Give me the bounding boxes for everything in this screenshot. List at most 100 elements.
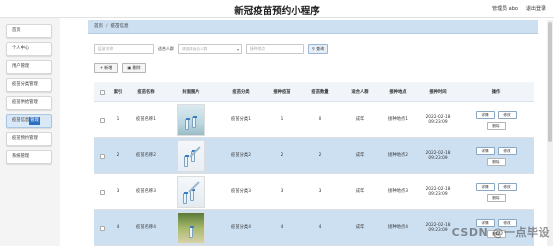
place-search-input[interactable]: 接种地点: [246, 44, 304, 54]
sidebar-item-label: 疫苗信息: [12, 118, 30, 123]
top-bar: 新冠疫苗预约小程序 管理员 abo 退出登录: [0, 0, 554, 18]
select-all-checkbox[interactable]: [99, 89, 105, 95]
row-checkbox[interactable]: [99, 189, 105, 195]
row-ops: 详情 修改 删除: [458, 102, 534, 138]
row-qty: 4: [318, 225, 322, 231]
vaccine-cover-image: [177, 104, 205, 136]
row-cover-cell: [166, 138, 216, 174]
sidebar-item-label: 疫苗供给管理: [12, 100, 38, 105]
row-cover-cell: [166, 102, 216, 138]
row-dose: 4: [280, 225, 284, 231]
row-op-group: 详情 修改 删除: [475, 146, 517, 166]
sidebar-item-label: 用户管理: [12, 64, 30, 69]
header-place: 接种地点: [389, 89, 407, 95]
delete-button[interactable]: 删除: [486, 157, 506, 166]
sidebar-item-home[interactable]: 首页: [6, 24, 52, 38]
sidebar-item-vaccine-supply[interactable]: 疫苗供给管理: [6, 96, 52, 110]
sidebar-item-vaccine-category[interactable]: 疫苗分类管理: [6, 78, 52, 92]
table-row: 2 疫苗名称2 疫苗分类2 2 2 成年 接种地点2 2022-02-18 09…: [94, 138, 534, 174]
row-ops: 详情 修改 删除: [458, 174, 534, 210]
sidebar-item-vaccine-booking[interactable]: 疫苗预约管理: [6, 132, 52, 146]
sidebar-item-profile[interactable]: 个人中心: [6, 42, 52, 56]
main-content: 首页 / 疫苗信息 疫苗名称 适合人群 请选择适合人群 ▾ 接种地点 ⚲ 查询 + 新…: [88, 20, 538, 246]
row-place: 接种地点1: [388, 117, 408, 123]
header-ops: 操作: [491, 89, 501, 95]
row-category: 疫苗分类4: [231, 225, 251, 231]
row-index: 2: [116, 153, 120, 159]
header-time: 接种时间: [429, 89, 447, 95]
sidebar-item-users[interactable]: 用户管理: [6, 60, 52, 74]
sidebar-item-vaccine-info[interactable]: 疫苗信息管理: [6, 114, 52, 128]
row-index: 1: [116, 117, 120, 123]
row-place: 接种地点2: [388, 153, 408, 159]
name-search-input[interactable]: 疫苗名称: [94, 44, 154, 54]
row-checkbox[interactable]: [99, 153, 105, 159]
row-op-line: 详情 修改: [475, 110, 517, 119]
scrollbar-thumb[interactable]: [548, 22, 552, 142]
row-category: 疫苗分类3: [231, 189, 251, 195]
sidebar-item-label: 系统管理: [12, 154, 30, 159]
header-cover: 封面图片: [182, 89, 200, 95]
row-index: 3: [116, 189, 120, 195]
search-button[interactable]: ⚲ 查询: [308, 44, 328, 54]
edit-button[interactable]: 修改: [497, 146, 517, 155]
header-dose: 接种疫苗: [273, 89, 291, 95]
row-dose: 3: [280, 189, 284, 195]
table-row: 3 疫苗名称3 疫苗分类3 3 3 成年 接种地点3 2022-02-18 09…: [94, 174, 534, 210]
edit-button[interactable]: 修改: [497, 110, 517, 119]
row-qty: 3: [318, 189, 322, 195]
detail-button[interactable]: 详情: [475, 110, 495, 119]
breadcrumb-current: 疫苗信息: [110, 24, 129, 29]
edit-button[interactable]: 修改: [497, 182, 517, 191]
sidebar-item-label: 疫苗分类管理: [12, 82, 38, 87]
row-index: 4: [116, 225, 120, 231]
table-header: 索引 疫苗名称 封面图片 疫苗分类 接种疫苗 疫苗数量 适合人群 接种地点 接种…: [94, 82, 534, 102]
header-checkbox-cell: [94, 82, 110, 102]
row-category: 疫苗分类2: [231, 153, 251, 159]
top-right-area: 管理员 abo 退出登录: [492, 5, 546, 12]
delete-button[interactable]: 删除: [486, 121, 506, 130]
row-checkbox[interactable]: [99, 117, 105, 123]
row-checkbox-cell: [94, 102, 110, 138]
breadcrumb: 首页 / 疫苗信息: [88, 20, 538, 34]
row-dose: 2: [280, 153, 284, 159]
row-qty: 0: [318, 117, 322, 123]
row-name: 疫苗名称4: [136, 225, 156, 231]
breadcrumb-separator: /: [106, 24, 108, 29]
search-icon: ⚲: [311, 46, 315, 51]
admin-label: 管理员 abo: [492, 6, 518, 12]
row-checkbox-cell: [94, 138, 110, 174]
row-op-line: 详情 修改: [475, 146, 517, 155]
row-time: 2022-02-18 09:23:09: [425, 186, 451, 198]
vertical-scrollbar[interactable]: [547, 20, 553, 246]
vial-icon: [183, 192, 188, 204]
batch-delete-button[interactable]: ▣ 删除: [122, 63, 146, 73]
row-place: 接种地点3: [388, 189, 408, 195]
vial-icon: [185, 118, 190, 130]
detail-button[interactable]: 详情: [475, 146, 495, 155]
row-ops: 详情 修改 删除: [458, 138, 534, 174]
row-qty: 2: [318, 153, 322, 159]
vial-icon: [189, 226, 194, 238]
crowd-select-placeholder: 请选择适合人群: [182, 47, 208, 51]
vaccine-cover-image: [177, 212, 205, 244]
sidebar-item-label: 个人中心: [12, 46, 30, 51]
delete-button[interactable]: 删除: [486, 193, 506, 202]
logout-link[interactable]: 退出登录: [526, 5, 546, 12]
row-cover-cell: [166, 174, 216, 210]
name-search-placeholder: 疫苗名称: [98, 46, 114, 51]
trash-icon: ▣: [127, 65, 132, 70]
watermark: CSDN @一点毕设: [451, 226, 550, 239]
app-title: 新冠疫苗预约小程序: [234, 6, 320, 17]
row-name: 疫苗名称1: [136, 117, 156, 123]
breadcrumb-home[interactable]: 首页: [94, 24, 103, 29]
row-category: 疫苗分类1: [231, 117, 251, 123]
row-checkbox[interactable]: [99, 225, 105, 231]
crowd-select[interactable]: 请选择适合人群 ▾: [178, 44, 242, 54]
row-crowd: 成年: [355, 117, 365, 123]
crowd-label: 适合人群: [158, 46, 174, 51]
table-row: 1 疫苗名称1 疫苗分类1 1 0 成年 接种地点1 2022-02-18 09…: [94, 102, 534, 138]
add-button[interactable]: + 新增: [94, 63, 118, 73]
detail-button[interactable]: 详情: [475, 182, 495, 191]
sidebar-item-system[interactable]: 系统管理: [6, 150, 52, 164]
